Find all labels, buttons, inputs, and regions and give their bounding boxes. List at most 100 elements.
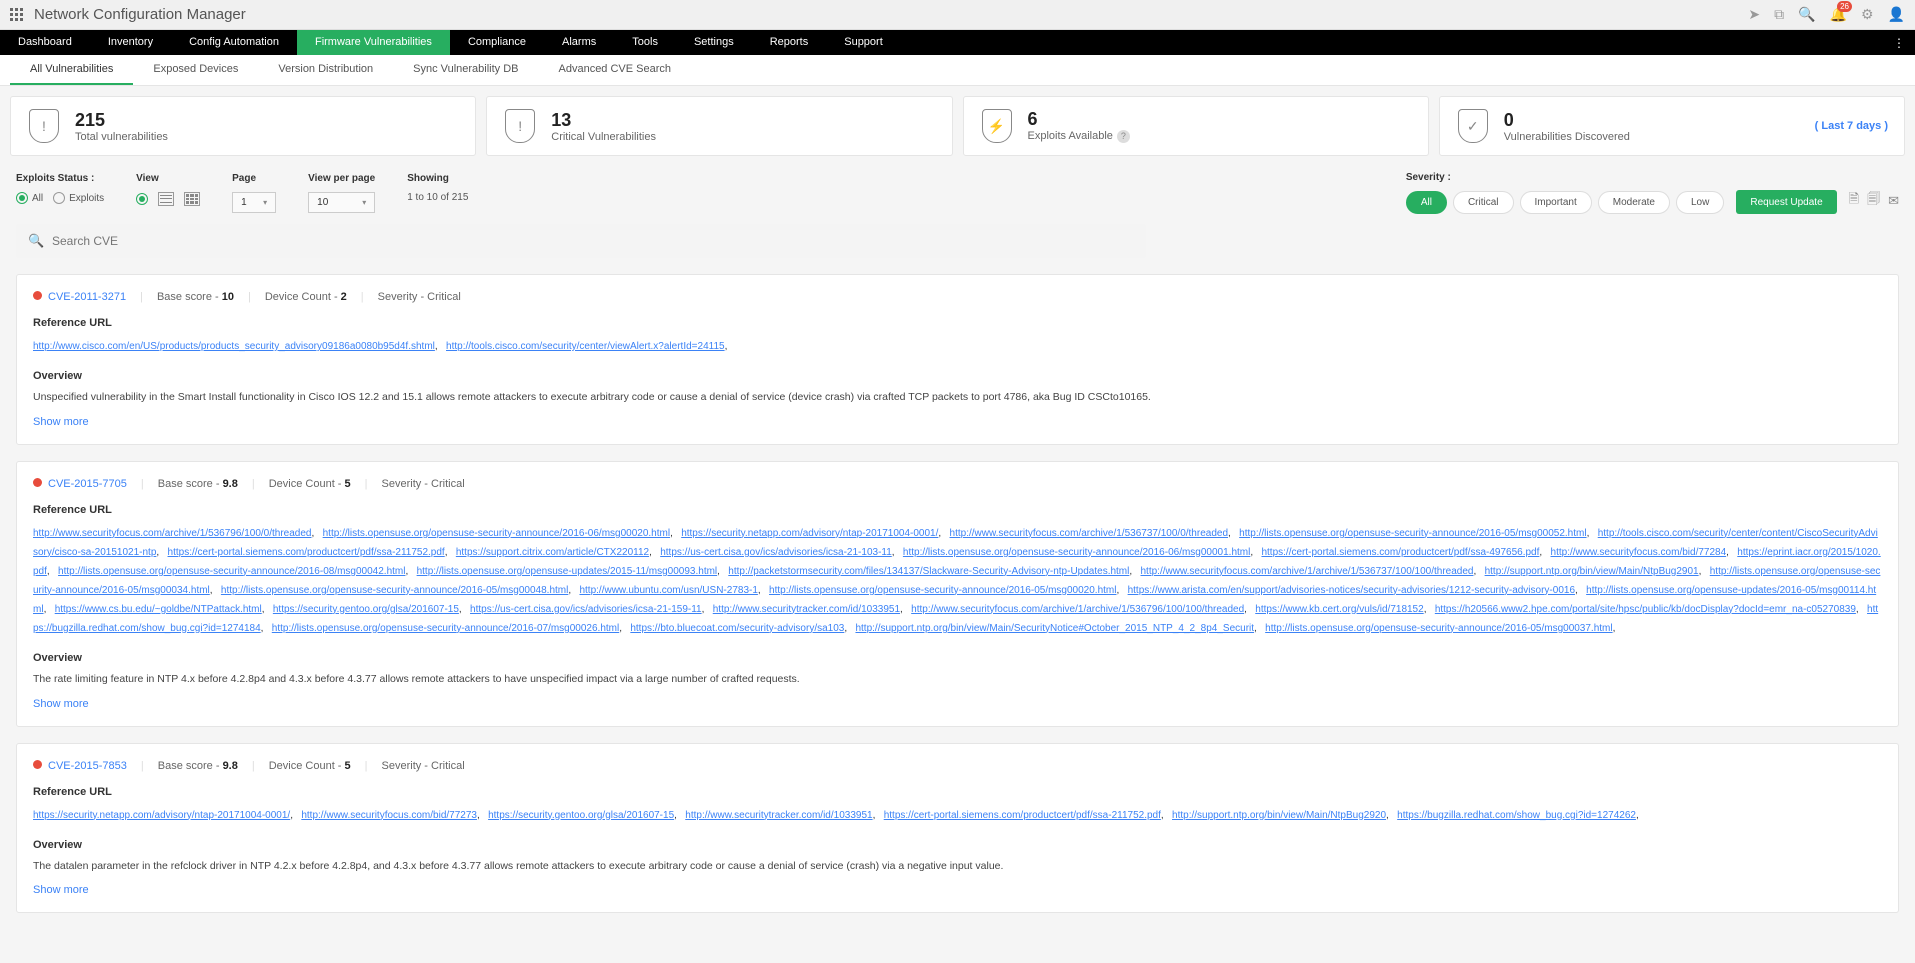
reference-link[interactable]: http://support.ntp.org/bin/view/Main/Ntp… [1172, 810, 1386, 821]
reference-link[interactable]: http://www.cisco.com/en/US/products/prod… [33, 341, 435, 352]
nav-inventory[interactable]: Inventory [90, 30, 171, 55]
export-pdf-icon[interactable]: 🗎 [1849, 190, 1859, 212]
overview-label: Overview [33, 839, 1882, 851]
view-radio-list[interactable] [136, 193, 148, 205]
severity-pill-low[interactable]: Low [1676, 191, 1724, 214]
monitor-icon[interactable]: ⧉ [1774, 6, 1784, 23]
reference-link[interactable]: https://cert-portal.siemens.com/productc… [1261, 547, 1539, 558]
reference-link[interactable]: http://www.securityfocus.com/bid/77284 [1551, 547, 1727, 558]
severity-pill-all[interactable]: All [1406, 191, 1447, 214]
reference-link[interactable]: https://www.cs.bu.edu/~goldbe/NTPattack.… [55, 604, 262, 615]
nav-reports[interactable]: Reports [752, 30, 827, 55]
subnav-advanced-cve-search[interactable]: Advanced CVE Search [539, 55, 692, 85]
nav-settings[interactable]: Settings [676, 30, 752, 55]
overview-text: The rate limiting feature in NTP 4.x bef… [33, 672, 1882, 688]
reference-link[interactable]: http://www.securitytracker.com/id/103395… [685, 810, 872, 821]
reference-link[interactable]: https://www.arista.com/en/support/adviso… [1128, 585, 1575, 596]
reference-link[interactable]: http://lists.opensuse.org/opensuse-secur… [903, 547, 1250, 558]
nav-tools[interactable]: Tools [614, 30, 676, 55]
severity-pill-critical[interactable]: Critical [1453, 191, 1514, 214]
reference-link[interactable]: https://us-cert.cisa.gov/ics/advisories/… [660, 547, 892, 558]
apps-menu-icon[interactable] [10, 8, 24, 22]
reference-link[interactable]: https://security.gentoo.org/glsa/201607-… [273, 604, 459, 615]
app-title: Network Configuration Manager [34, 6, 246, 23]
reference-link[interactable]: http://lists.opensuse.org/opensuse-secur… [1265, 623, 1612, 634]
nav-compliance[interactable]: Compliance [450, 30, 544, 55]
show-more-link[interactable]: Show more [33, 416, 1882, 428]
reference-link[interactable]: http://www.ubuntu.com/usn/USN-2783-1 [579, 585, 757, 596]
reference-link[interactable]: http://lists.opensuse.org/opensuse-secur… [58, 566, 405, 577]
subnav-all-vulnerabilities[interactable]: All Vulnerabilities [10, 55, 133, 85]
cve-id[interactable]: CVE-2011-3271 [33, 291, 126, 303]
reference-link[interactable]: https://h20566.www2.hpe.com/portal/site/… [1435, 604, 1856, 615]
reference-link[interactable]: https://cert-portal.siemens.com/productc… [168, 547, 445, 558]
notifications-icon[interactable]: 🔔26 [1830, 6, 1847, 23]
reference-link[interactable]: http://www.securitytracker.com/id/103395… [713, 604, 900, 615]
reference-link[interactable]: http://support.ntp.org/bin/view/Main/Sec… [855, 623, 1254, 634]
reference-link[interactable]: http://lists.opensuse.org/opensuse-updat… [417, 566, 718, 577]
nav-dashboard[interactable]: Dashboard [0, 30, 90, 55]
card-number: 6 [1028, 109, 1130, 130]
reference-link[interactable]: http://www.securityfocus.com/bid/77273 [301, 810, 477, 821]
overview-text: Unspecified vulnerability in the Smart I… [33, 390, 1882, 406]
nav-config-automation[interactable]: Config Automation [171, 30, 297, 55]
cve-id[interactable]: CVE-2015-7853 [33, 760, 127, 772]
cve-id[interactable]: CVE-2015-7705 [33, 478, 127, 490]
severity-pill-important[interactable]: Important [1520, 191, 1592, 214]
rocket-icon[interactable]: ➤ [1748, 6, 1760, 23]
search-cve-input[interactable] [16, 224, 1146, 258]
reference-link[interactable]: https://security.gentoo.org/glsa/201607-… [488, 810, 674, 821]
reference-link[interactable]: http://lists.opensuse.org/opensuse-secur… [769, 585, 1116, 596]
reference-link[interactable]: https://security.netapp.com/advisory/nta… [33, 810, 290, 821]
reference-link[interactable]: http://www.securityfocus.com/archive/1/5… [950, 528, 1229, 539]
reference-link[interactable]: https://www.kb.cert.org/vuls/id/718152 [1255, 604, 1423, 615]
nav-support[interactable]: Support [826, 30, 901, 55]
reference-link[interactable]: https://support.citrix.com/article/CTX22… [456, 547, 649, 558]
subnav-exposed-devices[interactable]: Exposed Devices [133, 55, 258, 85]
user-icon[interactable]: 👤 [1888, 6, 1905, 23]
search-icon[interactable]: 🔍 [1798, 6, 1815, 23]
nav-alarms[interactable]: Alarms [544, 30, 614, 55]
reference-links: http://www.cisco.com/en/US/products/prod… [33, 337, 1882, 356]
reference-link[interactable]: https://security.netapp.com/advisory/nta… [681, 528, 938, 539]
reference-link[interactable]: https://us-cert.cisa.gov/ics/advisories/… [470, 604, 702, 615]
view-list-icon[interactable] [158, 192, 174, 206]
show-more-link[interactable]: Show more [33, 698, 1882, 710]
reference-link[interactable]: http://lists.opensuse.org/opensuse-secur… [221, 585, 568, 596]
reference-link[interactable]: http://lists.opensuse.org/opensuse-secur… [323, 528, 670, 539]
cve-card: CVE-2015-7705|Base score - 9.8|Device Co… [16, 461, 1899, 727]
shield-icon: ⚡ [980, 109, 1014, 143]
request-update-button[interactable]: Request Update [1736, 190, 1836, 214]
reference-link[interactable]: http://www.securityfocus.com/archive/1/a… [1141, 566, 1474, 577]
help-icon[interactable]: ? [1117, 130, 1130, 143]
show-more-link[interactable]: Show more [33, 884, 1882, 896]
settings-icon[interactable]: ⚙ [1861, 6, 1874, 23]
card-label: Exploits Available? [1028, 130, 1130, 143]
base-score: Base score - 10 [157, 291, 234, 303]
reference-link[interactable]: http://www.securityfocus.com/archive/1/a… [911, 604, 1244, 615]
reference-link[interactable]: http://lists.opensuse.org/opensuse-secur… [1239, 528, 1586, 539]
reference-link[interactable]: http://lists.opensuse.org/opensuse-secur… [272, 623, 619, 634]
export-mail-icon[interactable]: ✉ [1888, 193, 1899, 209]
nav-firmware-vulnerabilities[interactable]: Firmware Vulnerabilities [297, 30, 450, 55]
severity-pill-moderate[interactable]: Moderate [1598, 191, 1670, 214]
overview-label: Overview [33, 652, 1882, 664]
view-per-page-select[interactable]: 10 [308, 192, 375, 213]
reference-link[interactable]: https://bugzilla.redhat.com/show_bug.cgi… [1397, 810, 1636, 821]
filter-bar: Exploits Status : All Exploits View Page… [0, 166, 1915, 220]
reference-link[interactable]: http://support.ntp.org/bin/view/Main/Ntp… [1485, 566, 1699, 577]
subnav-sync-vulnerability-db[interactable]: Sync Vulnerability DB [393, 55, 538, 85]
exploits-radio-all[interactable]: All [16, 192, 43, 204]
subnav-version-distribution[interactable]: Version Distribution [258, 55, 393, 85]
reference-link[interactable]: http://tools.cisco.com/security/center/v… [446, 341, 725, 352]
view-grid-icon[interactable] [184, 192, 200, 206]
exploits-radio-exploits[interactable]: Exploits [53, 192, 104, 204]
view-per-page-label: View per page [308, 173, 375, 184]
export-csv-icon[interactable]: 🗐 [1867, 190, 1880, 212]
reference-link[interactable]: http://packetstormsecurity.com/files/134… [728, 566, 1129, 577]
nav-more-icon[interactable]: ⋮ [1883, 36, 1915, 50]
page-select[interactable]: 1 [232, 192, 276, 213]
reference-link[interactable]: https://cert-portal.siemens.com/productc… [884, 810, 1161, 821]
reference-link[interactable]: http://www.securityfocus.com/archive/1/5… [33, 528, 312, 539]
reference-link[interactable]: https://bto.bluecoat.com/security-adviso… [630, 623, 844, 634]
